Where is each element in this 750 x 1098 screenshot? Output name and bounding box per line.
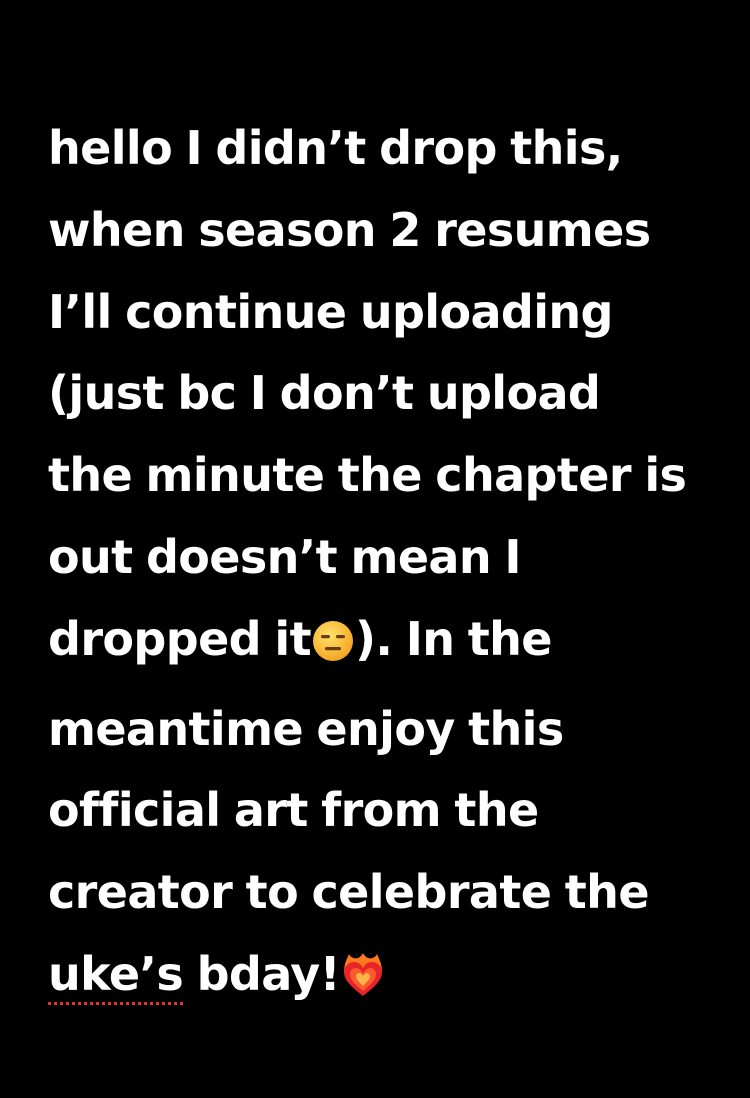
note-text-segment: ). In the bbox=[354, 611, 553, 666]
note-line: out doesn’t mean I bbox=[48, 529, 522, 584]
note-line: (just bc I don’t upload bbox=[48, 366, 601, 421]
note-line: hello I didn’t drop this, bbox=[48, 121, 623, 175]
note-line: the minute the chapter is bbox=[48, 448, 687, 503]
note-line: meantime enjoy this bbox=[48, 701, 564, 756]
notes-screen: { "note": { "lines": [ "hello I didn’t d… bbox=[0, 0, 750, 1098]
note-text-segment: bday! bbox=[183, 946, 341, 1001]
note-line: when season 2 resumes bbox=[48, 202, 651, 257]
note-line: creator to celebrate the bbox=[48, 865, 650, 920]
note-line: official art from the bbox=[48, 783, 539, 838]
heart-on-fire-emoji-icon bbox=[340, 942, 386, 1024]
note-text[interactable]: hello I didn’t drop this, when season 2 … bbox=[48, 108, 728, 1024]
misspelled-word[interactable]: uke’s bbox=[48, 947, 184, 1001]
note-line: dropped it ). In the bbox=[48, 599, 728, 689]
note-text-segment: dropped it bbox=[48, 611, 312, 666]
note-line: I’ll continue uploading bbox=[48, 284, 613, 339]
expressionless-face-emoji-icon bbox=[311, 607, 355, 689]
note-line: uke’s bday! bbox=[48, 934, 728, 1024]
